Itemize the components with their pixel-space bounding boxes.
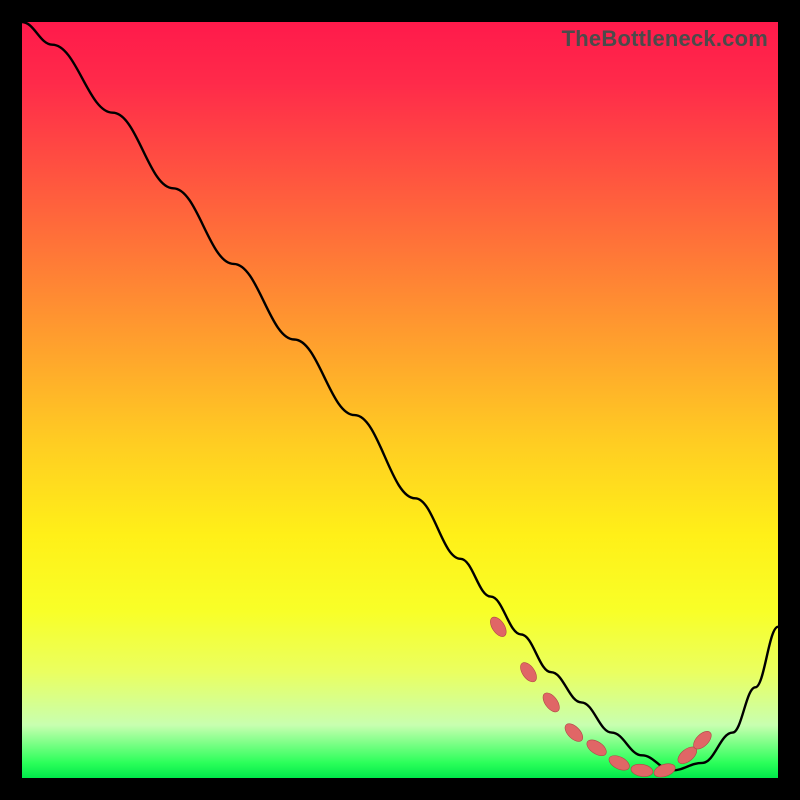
- bottleneck-curve: [22, 22, 778, 770]
- data-marker: [517, 660, 539, 685]
- plot-area: TheBottleneck.com: [22, 22, 778, 778]
- data-marker: [562, 721, 586, 745]
- data-marker: [540, 690, 563, 715]
- chart-frame: TheBottleneck.com: [0, 0, 800, 800]
- data-marker: [607, 753, 632, 774]
- data-marker: [652, 761, 677, 779]
- data-marker: [630, 763, 654, 778]
- curve-svg: [22, 22, 778, 778]
- marker-group: [487, 614, 714, 779]
- data-marker: [584, 737, 609, 759]
